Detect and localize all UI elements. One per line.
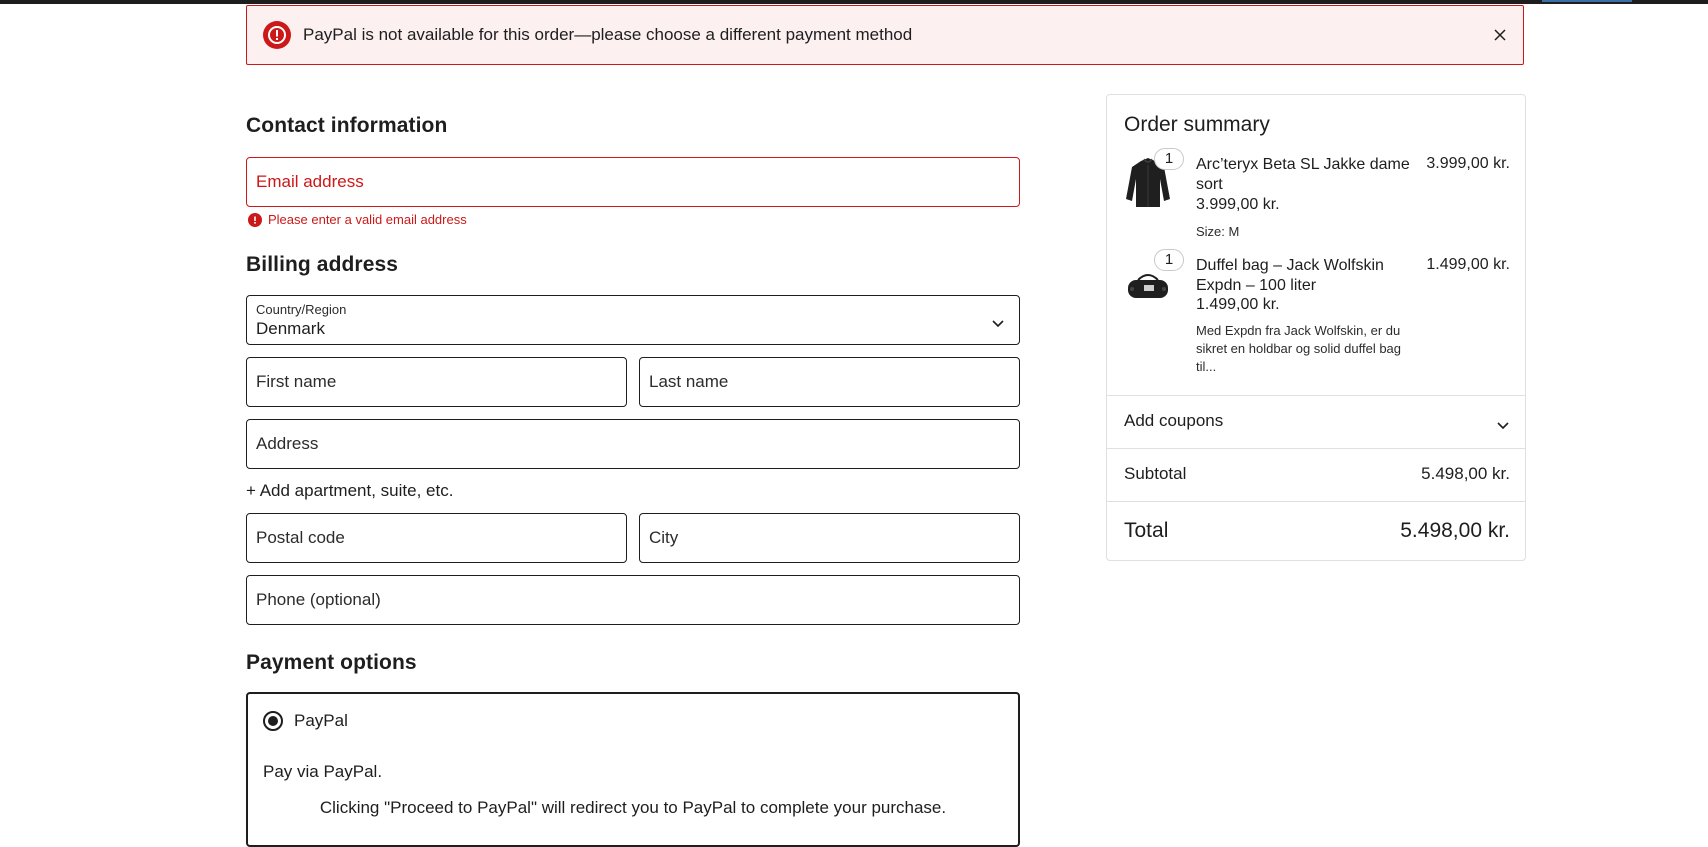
- email-error: Please enter a valid email address: [248, 212, 467, 227]
- item-price: 1.499,00 kr.: [1196, 296, 1280, 313]
- order-item: 1 Arc’teryx Beta SL Jakke dame sort 3.99…: [1124, 148, 1510, 245]
- first-name-field-wrapper: [246, 357, 627, 407]
- country-select[interactable]: Country/Region Denmark: [246, 295, 1020, 345]
- paypal-label: PayPal: [294, 711, 348, 730]
- error-icon: [248, 212, 262, 227]
- chevron-down-icon: [1496, 415, 1510, 435]
- country-label: Country/Region: [256, 302, 347, 317]
- last-name-field-wrapper: [639, 357, 1020, 407]
- order-item: 1 Duffel bag – Jack Wolfskin Expdn – 100…: [1124, 249, 1510, 376]
- phone-field[interactable]: [247, 576, 1019, 624]
- first-name-field[interactable]: [247, 358, 626, 406]
- postal-code-field[interactable]: [247, 514, 626, 562]
- error-notice-text: PayPal is not available for this order—p…: [303, 25, 913, 44]
- add-apartment-link[interactable]: + Add apartment, suite, etc.: [246, 481, 453, 501]
- quantity-badge: 1: [1154, 249, 1184, 271]
- order-summary-title: Order summary: [1124, 113, 1270, 136]
- total-label: Total: [1124, 519, 1169, 542]
- summary-divider: [1107, 395, 1525, 396]
- summary-divider: [1107, 501, 1525, 502]
- item-meta: Med Expdn fra Jack Wolfskin, er du sikre…: [1196, 323, 1402, 374]
- quantity-badge: 1: [1154, 148, 1184, 170]
- city-field-wrapper: [639, 513, 1020, 563]
- payment-option-paypal[interactable]: PayPal Pay via PayPal. Clicking "Proceed…: [246, 692, 1020, 847]
- paypal-redirect-note: Clicking "Proceed to PayPal" will redire…: [319, 798, 947, 817]
- summary-divider: [1107, 448, 1525, 449]
- top-bar: [0, 0, 1708, 4]
- item-name: Arc’teryx Beta SL Jakke dame sort: [1196, 156, 1410, 193]
- subtotal-value: 5.498,00 kr.: [1421, 464, 1510, 483]
- item-total: 3.999,00 kr.: [1426, 155, 1510, 172]
- add-coupons-toggle[interactable]: Add coupons: [1124, 411, 1510, 431]
- error-icon: [263, 21, 291, 49]
- contact-heading: Contact information: [246, 114, 448, 137]
- item-price: 3.999,00 kr.: [1196, 196, 1280, 213]
- email-error-text: Please enter a valid email address: [268, 212, 467, 227]
- item-total: 1.499,00 kr.: [1426, 256, 1510, 273]
- last-name-field[interactable]: [640, 358, 1019, 406]
- billing-heading: Billing address: [246, 253, 399, 276]
- payment-heading: Payment options: [246, 651, 417, 674]
- address-field[interactable]: [247, 420, 1019, 468]
- add-coupons-label: Add coupons: [1124, 411, 1224, 430]
- order-summary: Order summary 1 Arc’teryx Beta SL Jakke …: [1106, 94, 1526, 561]
- total-row: Total 5.498,00 kr.: [1124, 519, 1510, 543]
- phone-field-wrapper: [246, 575, 1020, 625]
- email-field[interactable]: [247, 158, 1019, 206]
- error-notice: PayPal is not available for this order—p…: [246, 5, 1524, 65]
- chevron-down-icon: [991, 315, 1005, 333]
- close-icon[interactable]: [1491, 26, 1509, 44]
- email-field-wrapper: [246, 157, 1020, 207]
- total-value: 5.498,00 kr.: [1400, 519, 1510, 542]
- subtotal-row: Subtotal 5.498,00 kr.: [1124, 464, 1510, 484]
- postal-code-field-wrapper: [246, 513, 627, 563]
- item-name: Duffel bag – Jack Wolfskin Expdn – 100 l…: [1196, 257, 1384, 294]
- top-bar-accent: [1542, 0, 1632, 2]
- city-field[interactable]: [640, 514, 1019, 562]
- item-meta: Size: M: [1196, 224, 1240, 239]
- address-field-wrapper: [246, 419, 1020, 469]
- paypal-radio[interactable]: [263, 711, 283, 731]
- paypal-description: Pay via PayPal.: [263, 762, 383, 781]
- subtotal-label: Subtotal: [1124, 464, 1187, 483]
- country-value: Denmark: [256, 319, 325, 338]
